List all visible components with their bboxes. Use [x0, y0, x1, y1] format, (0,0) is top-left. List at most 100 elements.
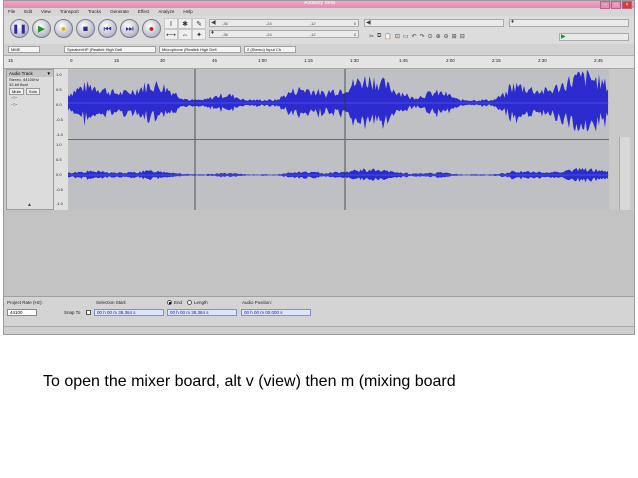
solo-button[interactable]: Solo — [25, 88, 40, 95]
meter-tick: -24 — [265, 32, 272, 37]
ruler-label: 2:00 — [446, 58, 455, 63]
menu-view[interactable]: View — [41, 8, 51, 16]
track-menu-icon[interactable]: ▼ — [47, 70, 51, 77]
menu-transport[interactable]: Transport — [60, 8, 79, 16]
status-bar — [4, 326, 634, 334]
zoom-in-icon[interactable]: ⊕ — [436, 33, 441, 40]
amp-label: -1.0 — [56, 132, 63, 137]
selection-start-field[interactable]: 00 h 00 m 38.364 s — [94, 309, 164, 316]
gain-slider[interactable]: -○- — [7, 95, 53, 102]
collapse-track-icon[interactable]: ▲ — [27, 202, 32, 208]
stop-icon: ■ — [82, 23, 89, 33]
ruler-label: 2:30 — [538, 58, 547, 63]
ruler-label: 1:30 — [350, 58, 359, 63]
audio-position-label: Audio Position: — [242, 300, 273, 305]
menu-file[interactable]: File — [8, 8, 15, 16]
waveform-area[interactable] — [68, 69, 609, 210]
timeline-ruler[interactable]: 15 0 15 30 45 1:00 1:15 1:30 1:45 2:00 2… — [4, 56, 634, 69]
zoom-tool-icon[interactable]: ⟷ — [164, 29, 178, 40]
stop-button[interactable]: ■ — [76, 19, 95, 38]
ruler-label: 30 — [160, 58, 166, 63]
amp-label: -1.0 — [56, 201, 63, 206]
sync-lock-icon[interactable]: ⊙ — [428, 33, 433, 40]
audio-track: Audio Track ▼ Stereo, 44100Hz 32-bit flo… — [4, 69, 634, 278]
pause-icon: ❚❚ — [11, 23, 28, 33]
mute-button[interactable]: Mute — [9, 88, 24, 95]
fit-project-icon[interactable]: ⊟ — [460, 33, 465, 40]
mic-volume-icon: ♦ — [511, 19, 515, 25]
loop-button[interactable]: ● — [54, 19, 73, 38]
draw-tool-icon[interactable]: ✎ — [192, 18, 206, 29]
fit-selection-icon[interactable]: ⊞ — [452, 33, 457, 40]
record-icon: ● — [148, 23, 155, 33]
trim-icon[interactable]: ⊡ — [395, 33, 400, 40]
ruler-label: 1:45 — [399, 58, 408, 63]
meter-tick: -36 — [222, 32, 228, 37]
end-label: End — [174, 300, 183, 305]
undo-icon[interactable]: ↶ — [412, 33, 417, 40]
ruler-label: 15 — [114, 58, 120, 63]
top-toolbar: ❚❚ ▶ ● ■ ⏮ ⏭ ● I ✱ ✎ ⟷ ⇔ ✦ ◀ -36 -24 -12 0 ♦ -… — [4, 16, 634, 44]
zoom-out-icon[interactable]: ⊖ — [444, 33, 449, 40]
playback-device-select[interactable]: Speaker/HP (Realtek High Defi — [64, 46, 156, 53]
length-radio[interactable] — [187, 300, 192, 305]
meter-tick: -24 — [265, 21, 272, 26]
snap-to-label: Snap To — [64, 310, 81, 315]
track-header[interactable]: Audio Track ▼ — [7, 70, 53, 77]
amp-label: 0.5 — [56, 87, 62, 92]
device-toolbar: MME Speaker/HP (Realtek High Defi Microp… — [4, 44, 634, 56]
timeshift-tool-icon[interactable]: ⇔ — [178, 29, 192, 40]
end-radio[interactable] — [167, 300, 172, 305]
menu-analyze[interactable]: Analyze — [158, 8, 174, 16]
multi-tool-icon[interactable]: ✦ — [192, 29, 206, 40]
play-at-speed-slider[interactable]: ▶ — [559, 33, 629, 41]
recording-device-select[interactable]: Microphone (Realtek High Defi — [159, 46, 241, 53]
pan-slider[interactable]: -○- — [7, 102, 53, 109]
skip-end-button[interactable]: ⏭ — [120, 19, 139, 38]
audio-host-select[interactable]: MME — [8, 46, 40, 53]
menu-help[interactable]: Help — [183, 8, 192, 16]
project-rate-select[interactable]: 44100 — [7, 309, 37, 316]
left-channel-waveform — [68, 69, 608, 132]
record-button[interactable]: ● — [142, 19, 161, 38]
cut-icon[interactable]: ✂ — [369, 33, 374, 40]
envelope-tool-icon[interactable]: ✱ — [178, 18, 192, 29]
skip-end-icon: ⏭ — [125, 23, 134, 33]
menu-bar: File Edit View Transport Tracks Generate… — [4, 8, 634, 16]
selection-toolbar: Project Rate (Hz): 44100 Snap To Selecti… — [4, 296, 634, 329]
menu-tracks[interactable]: Tracks — [88, 8, 101, 16]
channel-separator — [68, 139, 609, 140]
paste-icon[interactable]: 📋 — [384, 33, 391, 40]
amp-label: 0.0 — [56, 172, 62, 177]
empty-track-area[interactable] — [4, 210, 634, 296]
menu-effect[interactable]: Effect — [138, 8, 149, 16]
redo-icon[interactable]: ↷ — [420, 33, 425, 40]
record-meter[interactable]: ♦ -36 -24 -12 0 — [209, 30, 359, 38]
copy-icon[interactable]: ⧉ — [377, 33, 381, 40]
amp-label: 0.5 — [56, 157, 62, 162]
play-button[interactable]: ▶ — [32, 19, 51, 38]
speaker-icon: ◀ — [211, 20, 216, 26]
audio-position-field[interactable]: 00 h 00 m 00.000 s — [241, 309, 311, 316]
ruler-label: 15 — [8, 58, 14, 63]
loop-icon: ● — [60, 23, 67, 33]
amplitude-ruler: 1.0 0.5 0.0 -0.5 -1.0 1.0 0.5 0.0 -0.5 -… — [54, 69, 69, 210]
pause-button[interactable]: ❚❚ — [10, 19, 29, 38]
meter-tick: -12 — [309, 32, 316, 37]
snap-to-checkbox[interactable] — [86, 310, 91, 315]
selection-end-field[interactable]: 00 h 00 m 38.364 s — [167, 309, 237, 316]
length-label: Length — [194, 300, 208, 305]
menu-generate[interactable]: Generate — [110, 8, 129, 16]
output-volume-slider[interactable]: ◀ — [364, 19, 504, 27]
skip-start-button[interactable]: ⏮ — [98, 19, 117, 38]
silence-icon[interactable]: ▭ — [403, 33, 409, 40]
channels-select[interactable]: 2 (Stereo) Input Ch — [244, 46, 296, 53]
playback-meter[interactable]: ◀ -36 -24 -12 0 — [209, 19, 359, 27]
play-at-speed-icon: ▶ — [561, 34, 566, 40]
meter-tick: -36 — [222, 21, 228, 26]
amp-label: -0.5 — [56, 187, 63, 192]
selection-tool-icon[interactable]: I — [164, 18, 178, 29]
input-volume-slider[interactable]: ♦ — [509, 19, 629, 27]
menu-edit[interactable]: Edit — [24, 8, 32, 16]
title-bar: Audacity Beta – □ × — [4, 1, 634, 9]
